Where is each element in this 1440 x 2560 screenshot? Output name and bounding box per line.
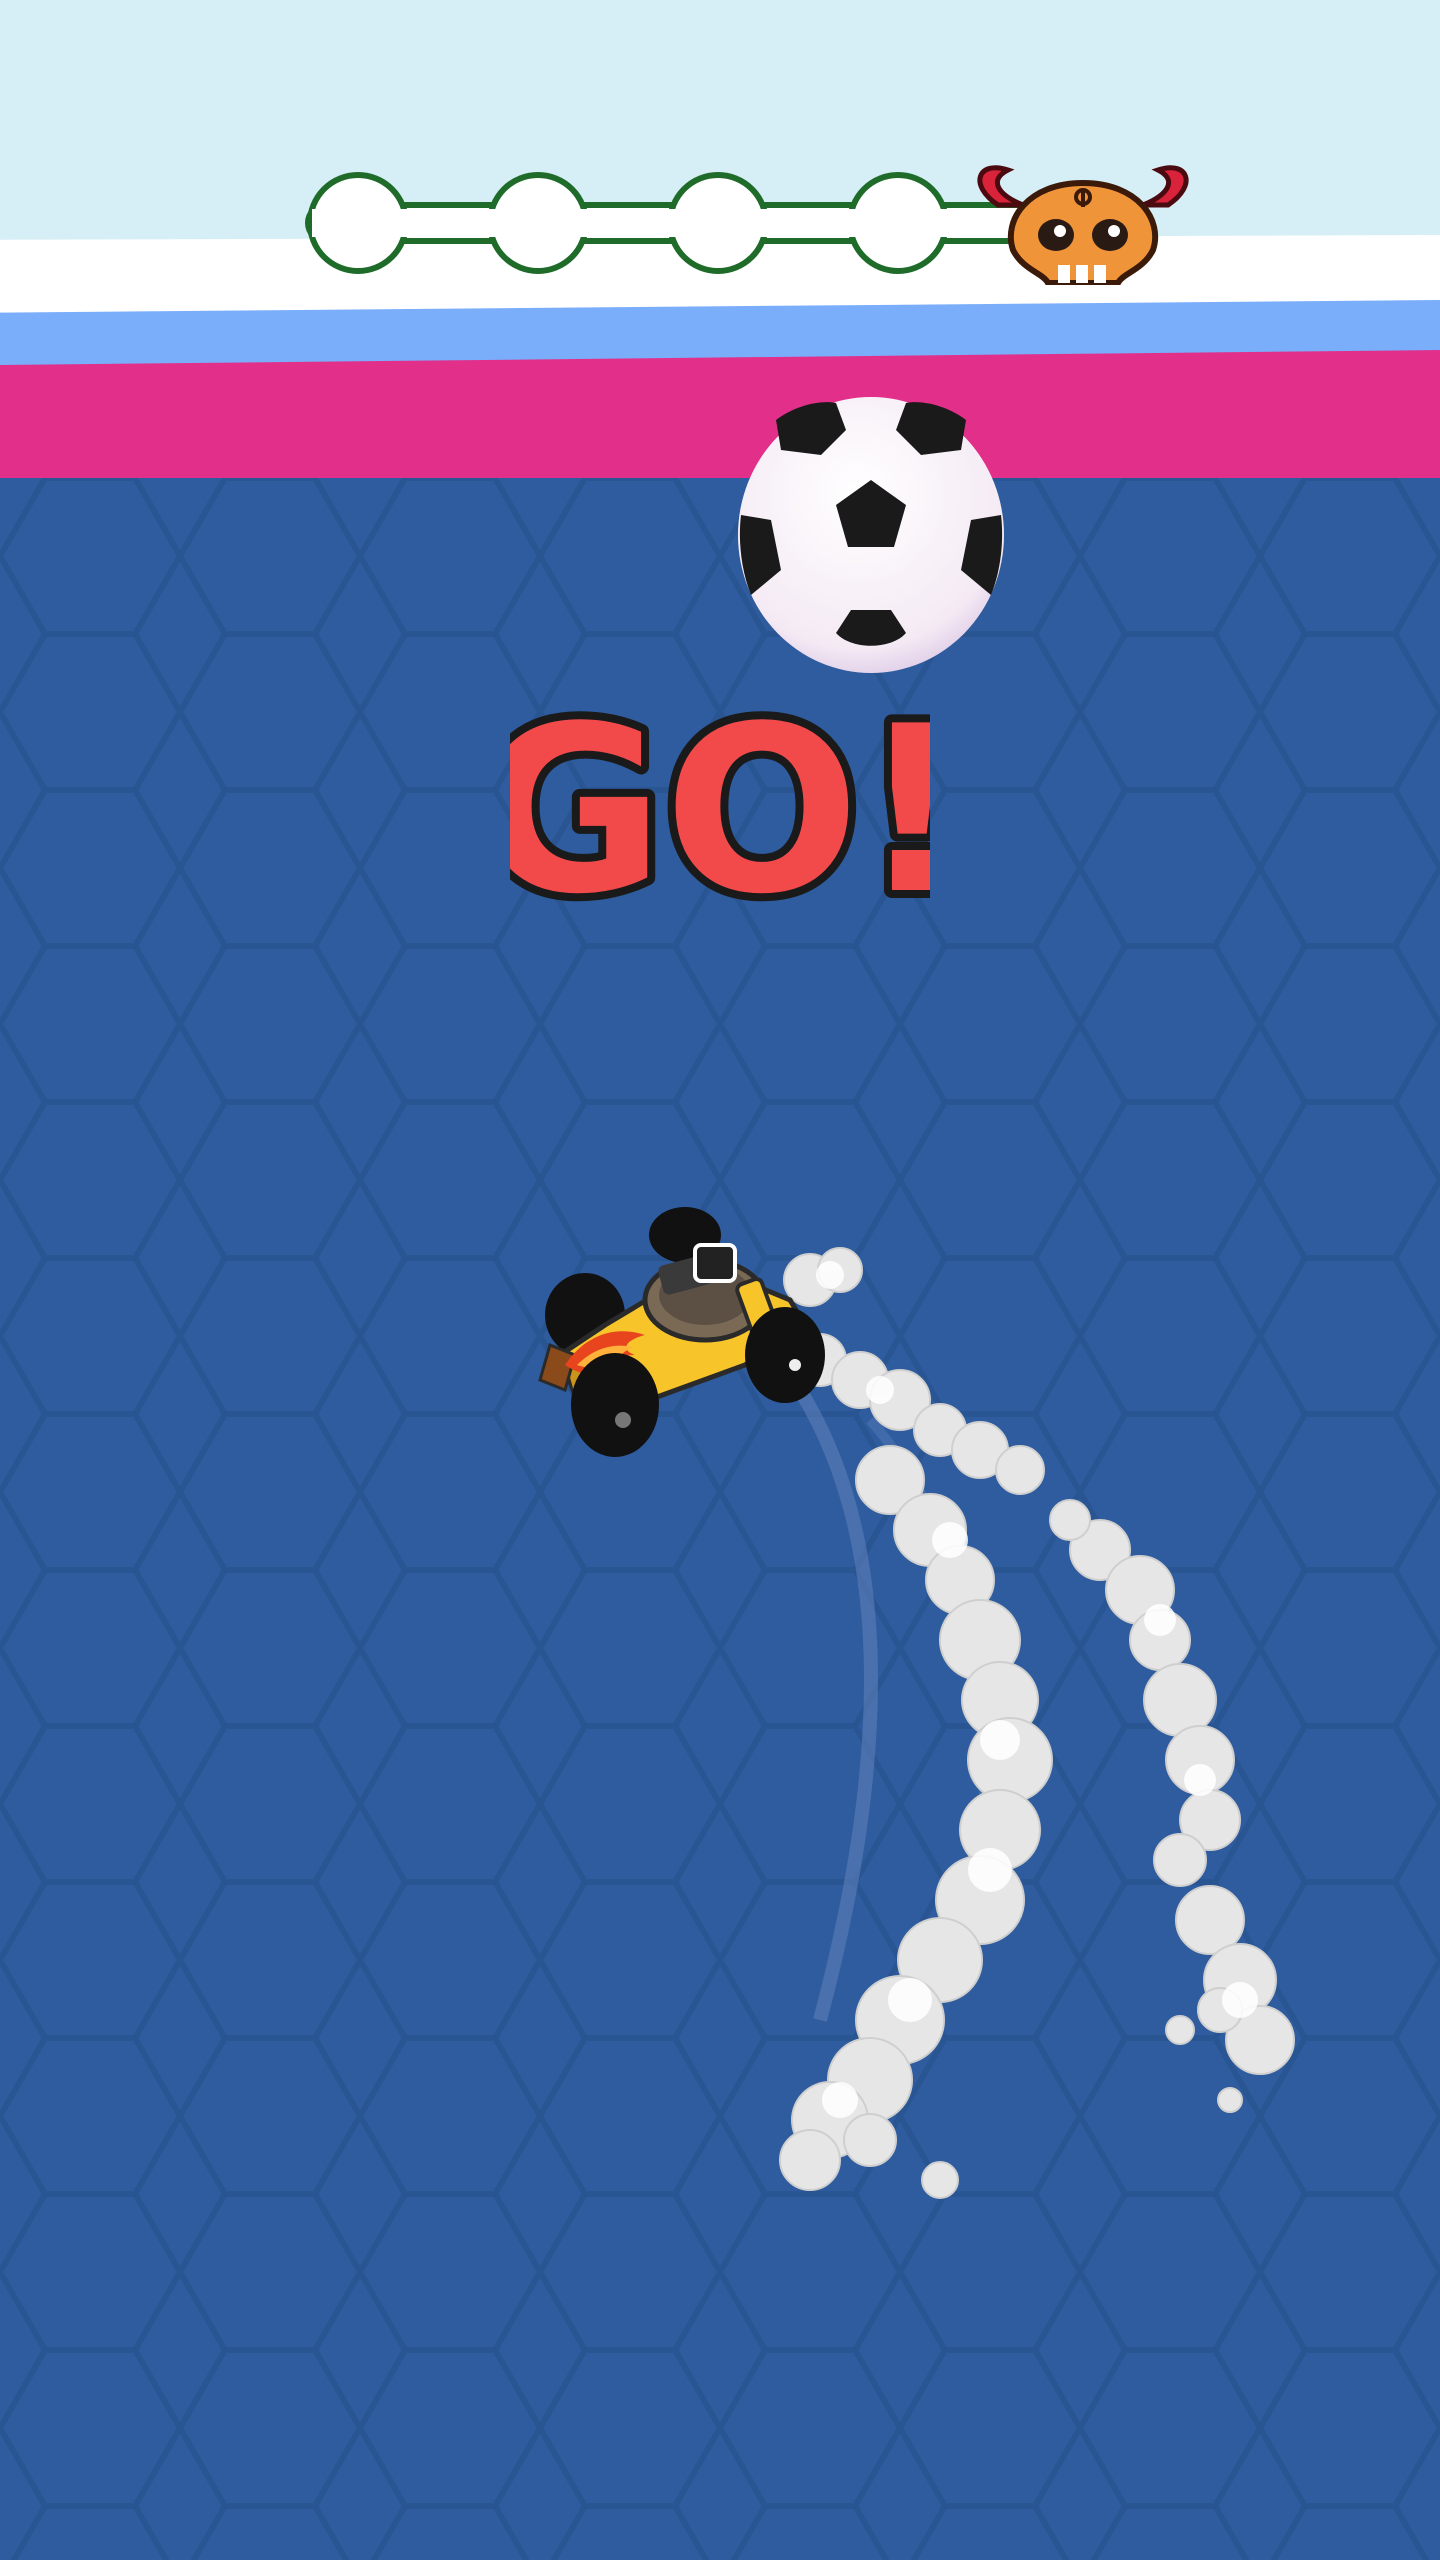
go-banner: GO! GO! [510, 690, 930, 930]
horned-skull-icon [977, 165, 1189, 285]
game-stage[interactable]: GO! GO! [0, 0, 1440, 2560]
level-progress-bar [305, 165, 1189, 285]
yellow-buggy-car-icon [538, 1207, 825, 1457]
go-banner-text: GO! [510, 690, 930, 930]
soccer-ball-icon [738, 397, 1004, 673]
